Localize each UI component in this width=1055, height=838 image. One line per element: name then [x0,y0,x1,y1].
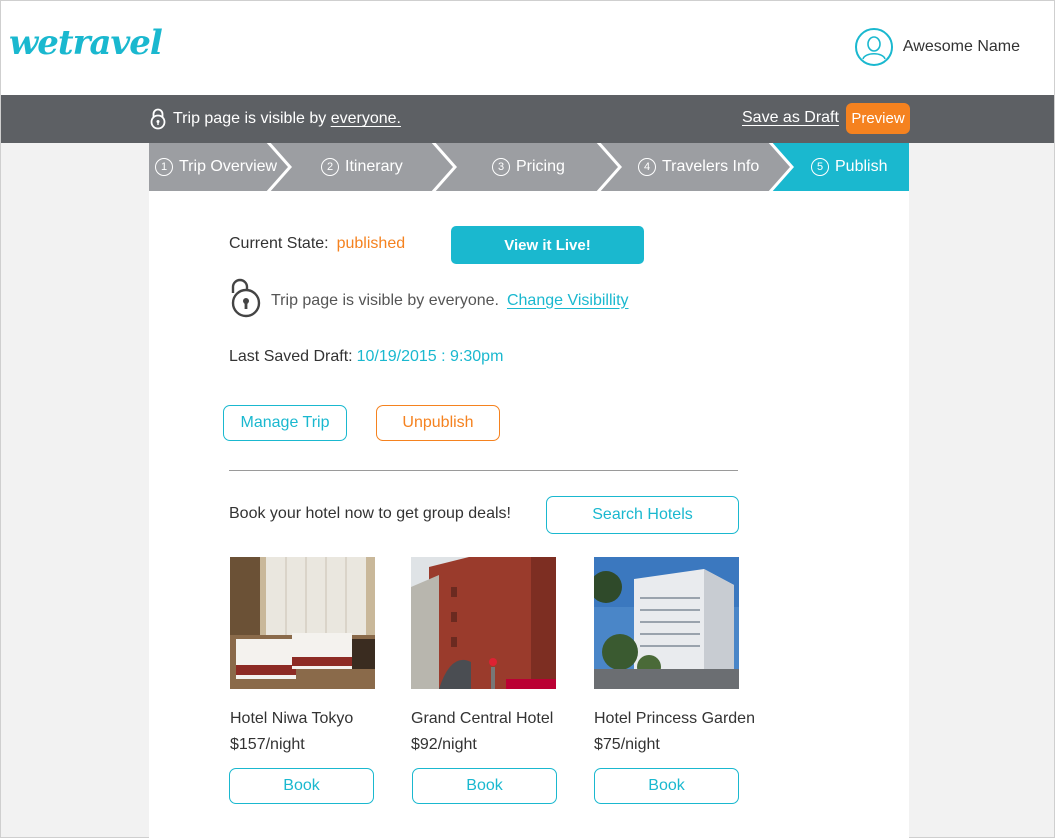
current-state-value: published [336,235,406,252]
top-header: wetravel Awesome Name [1,1,1054,95]
step-itinerary[interactable]: 2 Itinerary [321,143,403,191]
trip-toolbar: Trip page is visible by everyone. Save a… [1,95,1054,143]
hotel-card: Grand Central Hotel $92/night [411,557,561,754]
hotel-prompt-text: Book your hotel now to get group deals! [229,505,511,522]
hotel-photo-brick-building[interactable] [411,557,556,689]
section-divider [229,470,738,471]
step-number: 5 [811,158,829,176]
search-hotels-button[interactable]: Search Hotels [546,496,739,534]
step-label: Pricing [516,158,565,175]
user-menu[interactable]: Awesome Name [854,28,1020,66]
hotel-photo-white-building[interactable] [594,557,739,689]
hotel-prompt-row: Book your hotel now to get group deals! [229,505,511,523]
step-navigation: 1 Trip Overview 2 Itinerary 3 Pricing 4 … [149,143,909,191]
step-number: 1 [155,158,173,176]
view-it-live-button[interactable]: View it Live! [451,226,644,264]
user-avatar-icon[interactable] [854,28,893,66]
hotel-name[interactable]: Grand Central Hotel [411,710,561,728]
step-trip-overview[interactable]: 1 Trip Overview [155,143,277,191]
toolbar-visibility-note: Trip page is visible by everyone. [149,108,401,130]
hotel-photo-bedroom[interactable] [230,557,375,689]
publish-panel: Current State: published View it Live! T… [149,191,909,838]
step-pricing[interactable]: 3 Pricing [492,143,565,191]
current-state-row: Current State: published [229,235,405,253]
save-as-draft-link[interactable]: Save as Draft [742,109,839,127]
step-number: 2 [321,158,339,176]
unpublish-button[interactable]: Unpublish [376,405,500,441]
visibility-row: Trip page is visible by everyone. Change… [229,277,629,324]
hotel-card: Hotel Princess Garden $75/night [594,557,755,754]
book-button[interactable]: Book [594,768,739,804]
current-state-label: Current State: [229,235,329,252]
manage-trip-button[interactable]: Manage Trip [223,405,347,441]
last-saved-label: Last Saved Draft: [229,348,353,365]
lock-icon [149,108,167,130]
hotel-price: $75/night [594,736,660,753]
step-label: Publish [835,158,888,175]
hotel-card: Hotel Niwa Tokyo $157/night [230,557,380,754]
book-button[interactable]: Book [229,768,374,804]
hotel-name[interactable]: Hotel Princess Garden [594,710,755,728]
user-name[interactable]: Awesome Name [903,38,1020,56]
unlocked-padlock-icon [229,277,265,324]
wetravel-logo[interactable]: wetravel [9,23,163,63]
step-label: Itinerary [345,158,403,175]
step-number: 3 [492,158,510,176]
step-label: Travelers Info [662,158,760,175]
step-publish[interactable]: 5 Publish [811,143,887,191]
visibility-text: Trip page is visible by everyone. [271,291,499,309]
hotel-price: $92/night [411,736,477,753]
last-saved-row: Last Saved Draft: 10/19/2015 : 9:30pm [229,348,503,366]
preview-button[interactable]: Preview [846,103,910,134]
hotel-name[interactable]: Hotel Niwa Tokyo [230,710,380,728]
book-button[interactable]: Book [412,768,557,804]
step-number: 4 [638,158,656,176]
hotel-price: $157/night [230,736,305,753]
step-label: Trip Overview [179,158,278,175]
last-saved-value: 10/19/2015 : 9:30pm [356,348,504,365]
change-visibility-link[interactable]: Change Visibillity [507,292,629,310]
step-travelers-info[interactable]: 4 Travelers Info [638,143,759,191]
toolbar-visibility-link[interactable]: everyone. [331,110,401,128]
toolbar-visibility-text: Trip page is visible by [173,110,327,127]
